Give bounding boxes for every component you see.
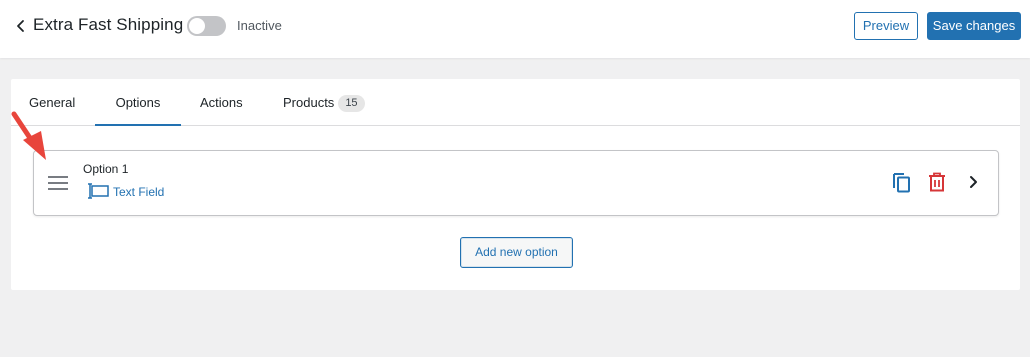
- drag-handle-icon[interactable]: [48, 175, 68, 191]
- tab-bar: General Options Actions Products 15: [11, 79, 1020, 126]
- text-field-icon: [88, 183, 109, 199]
- status-toggle[interactable]: [187, 16, 226, 36]
- option-type-label: Text Field: [113, 185, 165, 199]
- trash-icon[interactable]: [928, 172, 946, 192]
- save-changes-button[interactable]: Save changes: [927, 12, 1021, 40]
- option-row[interactable]: Option 1 Text Field: [33, 150, 999, 216]
- tab-products[interactable]: Products 15: [283, 79, 365, 126]
- chevron-right-icon[interactable]: [969, 175, 979, 189]
- add-new-option-button[interactable]: Add new option: [460, 237, 573, 268]
- chevron-left-icon[interactable]: [14, 17, 28, 35]
- status-label: Inactive: [237, 18, 282, 33]
- page-title: Extra Fast Shipping: [33, 15, 184, 34]
- preview-button[interactable]: Preview: [854, 12, 918, 40]
- tab-options[interactable]: Options: [95, 79, 181, 126]
- option-title: Option 1: [83, 162, 129, 176]
- options-panel: General Options Actions Products 15 Optio…: [11, 79, 1020, 290]
- tab-products-label: Products: [283, 95, 335, 110]
- tab-general[interactable]: General: [29, 79, 75, 126]
- products-count-badge: 15: [338, 95, 365, 112]
- toggle-knob: [189, 18, 205, 34]
- copy-icon[interactable]: [891, 171, 911, 193]
- header-bar: Extra Fast Shipping Inactive Preview Sav…: [0, 0, 1030, 58]
- tab-actions[interactable]: Actions: [200, 79, 243, 126]
